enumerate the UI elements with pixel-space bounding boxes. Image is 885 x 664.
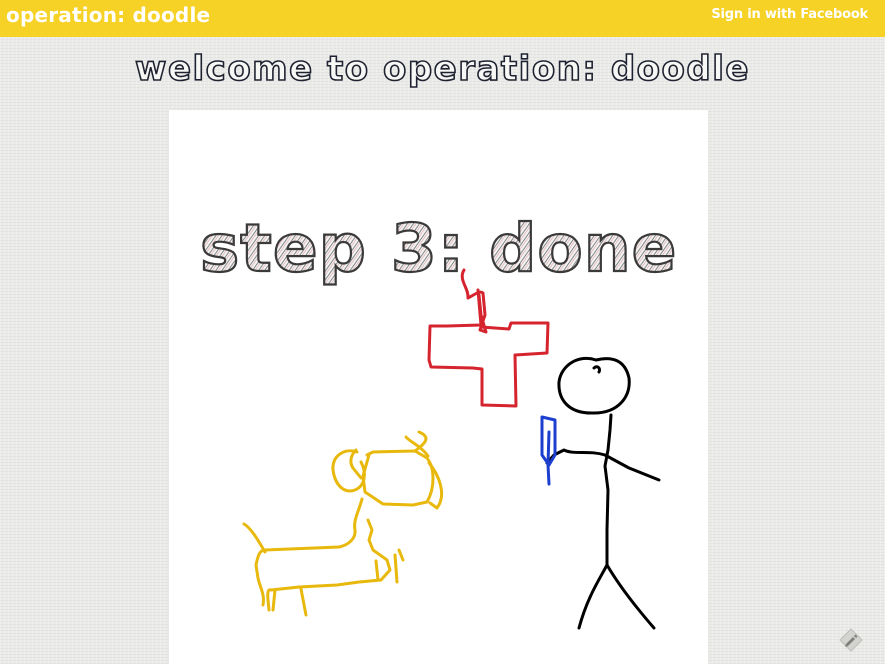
brand-logo-link[interactable]: operation: doodle — [6, 2, 210, 28]
sign-in-facebook-link[interactable]: Sign in with Facebook — [711, 7, 868, 23]
doodle-canvas[interactable]: step 3: done — [169, 110, 708, 664]
pen-icon[interactable] — [838, 627, 864, 653]
red-cross-drawing — [427, 268, 550, 408]
page-title: welcome to operation: doodle — [134, 48, 750, 90]
top-navigation-bar: operation: doodle Sign in with Facebook — [0, 0, 885, 37]
stick-figure-drawing — [545, 357, 661, 630]
blue-knife-drawing — [540, 415, 557, 486]
step-title: step 3: done — [200, 210, 677, 287]
dog-drawing — [242, 430, 443, 617]
doodle-drawing: step 3: done — [199, 209, 678, 630]
